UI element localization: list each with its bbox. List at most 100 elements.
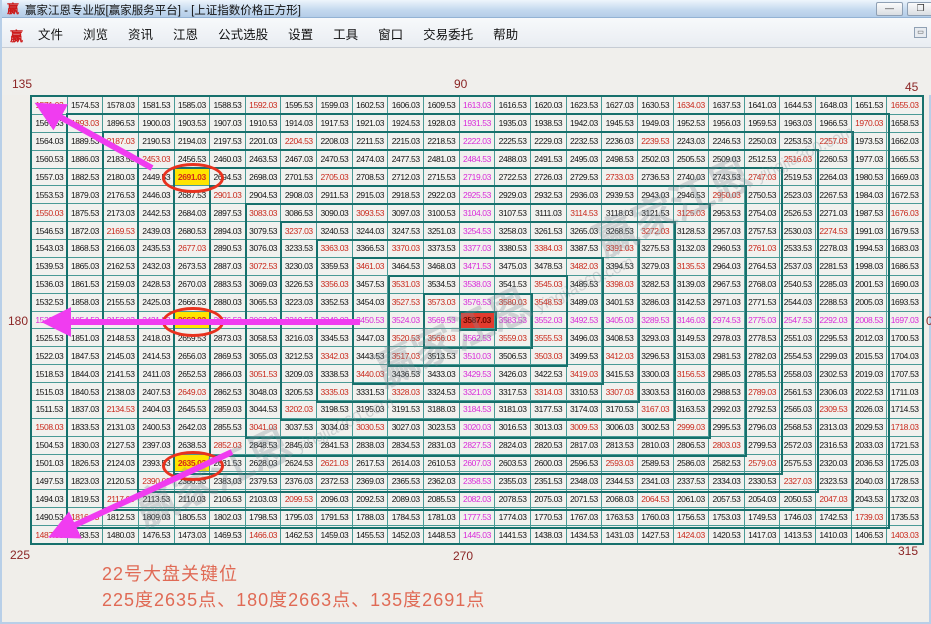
grid-cell: 2187.03 <box>103 133 138 150</box>
grid-cell: 3475.03 <box>495 258 530 275</box>
grid-cell: 1441.53 <box>495 526 530 543</box>
grid-cell: 1987.53 <box>852 204 887 221</box>
grid-cell: 2106.53 <box>210 490 245 507</box>
grid-cell: 2082.03 <box>460 490 495 507</box>
grid-cell: 3051.53 <box>246 365 281 382</box>
grid-cell: 3009.53 <box>567 419 602 436</box>
grid-cell: 3328.03 <box>388 383 423 400</box>
grid-cell: 3548.53 <box>531 294 566 311</box>
menu-item-3[interactable]: 资讯 <box>118 24 163 43</box>
grid-cell: 1574.53 <box>68 97 103 114</box>
grid-cell: 2442.53 <box>139 204 174 221</box>
grid-cell: 2943.03 <box>638 186 673 203</box>
grid-cell: 3240.53 <box>317 222 352 239</box>
grid-cell: 2194.03 <box>175 133 210 150</box>
grid-cell: 1945.53 <box>602 115 637 132</box>
grid-cell: 2428.53 <box>139 276 174 293</box>
menu-item-1[interactable]: 文件 <box>28 24 73 43</box>
grid-cell: 2698.03 <box>246 169 281 186</box>
grid-cell: 1518.53 <box>32 365 67 382</box>
grid-cell: 3517.03 <box>388 347 423 364</box>
grid-cell: 2050.53 <box>780 490 815 507</box>
grid-cell: 2190.53 <box>139 133 174 150</box>
grid-cell: 1893.03 <box>68 115 103 132</box>
grid-cell: 2449.53 <box>139 169 174 186</box>
grid-cell: 2250.03 <box>745 133 780 150</box>
minimize-button[interactable]: — <box>876 2 903 16</box>
grid-cell: 1928.03 <box>424 115 459 132</box>
grid-cell: 3503.03 <box>531 347 566 364</box>
grid-cell: 3492.53 <box>567 312 602 329</box>
menu-item-8[interactable]: 窗口 <box>368 24 413 43</box>
menu-bar: 赢 文件浏览资讯江恩公式选股设置工具窗口交易委托帮助 ▭ <box>2 18 931 48</box>
grid-cell: 3093.53 <box>353 204 388 221</box>
grid-cell: 2999.03 <box>674 419 709 436</box>
grid-cell: 2922.03 <box>424 186 459 203</box>
grid-cell: 2281.53 <box>816 258 851 275</box>
menu-item-7[interactable]: 工具 <box>323 24 368 43</box>
grid-cell: 1690.03 <box>887 276 922 293</box>
grid-cell: 2729.53 <box>567 169 602 186</box>
grid-cell: 3118.03 <box>602 204 637 221</box>
grid-cell: 1921.03 <box>353 115 388 132</box>
grid-cell: 2418.03 <box>139 329 174 346</box>
grid-cell: 2862.53 <box>210 383 245 400</box>
grid-cell: 2197.53 <box>210 133 245 150</box>
grid-cell: 2509.03 <box>709 151 744 168</box>
maximize-button[interactable]: ❐ <box>907 2 931 16</box>
grid-cell: 3468.03 <box>424 258 459 275</box>
grid-cell: 2008.53 <box>852 312 887 329</box>
grid-cell: 3170.53 <box>602 401 637 418</box>
grid-cell: 2113.53 <box>139 490 174 507</box>
grid-cell: 1812.53 <box>103 508 138 525</box>
menu-item-2[interactable]: 浏览 <box>73 24 118 43</box>
menu-item-9[interactable]: 交易委托 <box>413 24 483 43</box>
grid-cell: 3520.53 <box>388 329 423 346</box>
grid-cell: 2526.53 <box>780 204 815 221</box>
grid-cell: 3107.53 <box>495 204 530 221</box>
grid-cell: 1788.03 <box>353 508 388 525</box>
grid-cell: 2365.53 <box>388 472 423 489</box>
grid-cell: 3478.53 <box>531 258 566 275</box>
grid-cell: 1816.03 <box>68 508 103 525</box>
menu-item-6[interactable]: 设置 <box>278 24 323 43</box>
grid-cell: 2621.03 <box>317 455 352 472</box>
app-window: { "window": { "title": "赢家江恩专业版[赢家服务平台] … <box>0 0 931 624</box>
degree-label-0: 0 <box>926 314 931 328</box>
grid-cell: 2334.03 <box>709 472 744 489</box>
menu-item-5[interactable]: 公式选股 <box>208 24 278 43</box>
grid-cell: 2726.03 <box>531 169 566 186</box>
grid-cell: 2103.03 <box>246 490 281 507</box>
grid-cell: 2383.03 <box>210 472 245 489</box>
grid-cell: 1833.53 <box>68 419 103 436</box>
grid-cell: 1994.53 <box>852 240 887 257</box>
grid-cell: 3422.53 <box>531 365 566 382</box>
grid-cell: 3482.03 <box>567 258 602 275</box>
grid-cell: 1658.53 <box>887 115 922 132</box>
grid-cell: 1571.03 <box>32 97 67 114</box>
grid-cell: 1606.03 <box>388 97 423 114</box>
grid-cell: 2306.03 <box>816 383 851 400</box>
grid-cell: 3254.53 <box>460 222 495 239</box>
grid-cell: 3363.03 <box>317 240 352 257</box>
grid-cell: 3408.53 <box>602 329 637 346</box>
grid-cell: 3566.03 <box>424 329 459 346</box>
grid-cell: 1854.53 <box>68 312 103 329</box>
grid-cell: 1539.53 <box>32 258 67 275</box>
degree-label-225: 225 <box>10 548 30 562</box>
mdi-restore-icon[interactable]: ▭ <box>914 27 927 38</box>
menu-item-10[interactable]: 帮助 <box>483 24 528 43</box>
grid-cell: 3583.53 <box>495 312 530 329</box>
grid-cell: 3139.03 <box>674 276 709 293</box>
grid-cell: 2904.53 <box>246 186 281 203</box>
menu-item-4[interactable]: 江恩 <box>163 24 208 43</box>
grid-cell: 3384.03 <box>531 240 566 257</box>
grid-cell: 2393.53 <box>139 455 174 472</box>
grid-cell: 2292.03 <box>816 312 851 329</box>
grid-cell: 3289.53 <box>638 312 673 329</box>
grid-cell: 2257.03 <box>816 133 851 150</box>
grid-cell: 2299.03 <box>816 347 851 364</box>
grid-cell: 1805.53 <box>175 508 210 525</box>
grid-cell: 3527.53 <box>388 294 423 311</box>
grid-cell: 3188.03 <box>424 401 459 418</box>
